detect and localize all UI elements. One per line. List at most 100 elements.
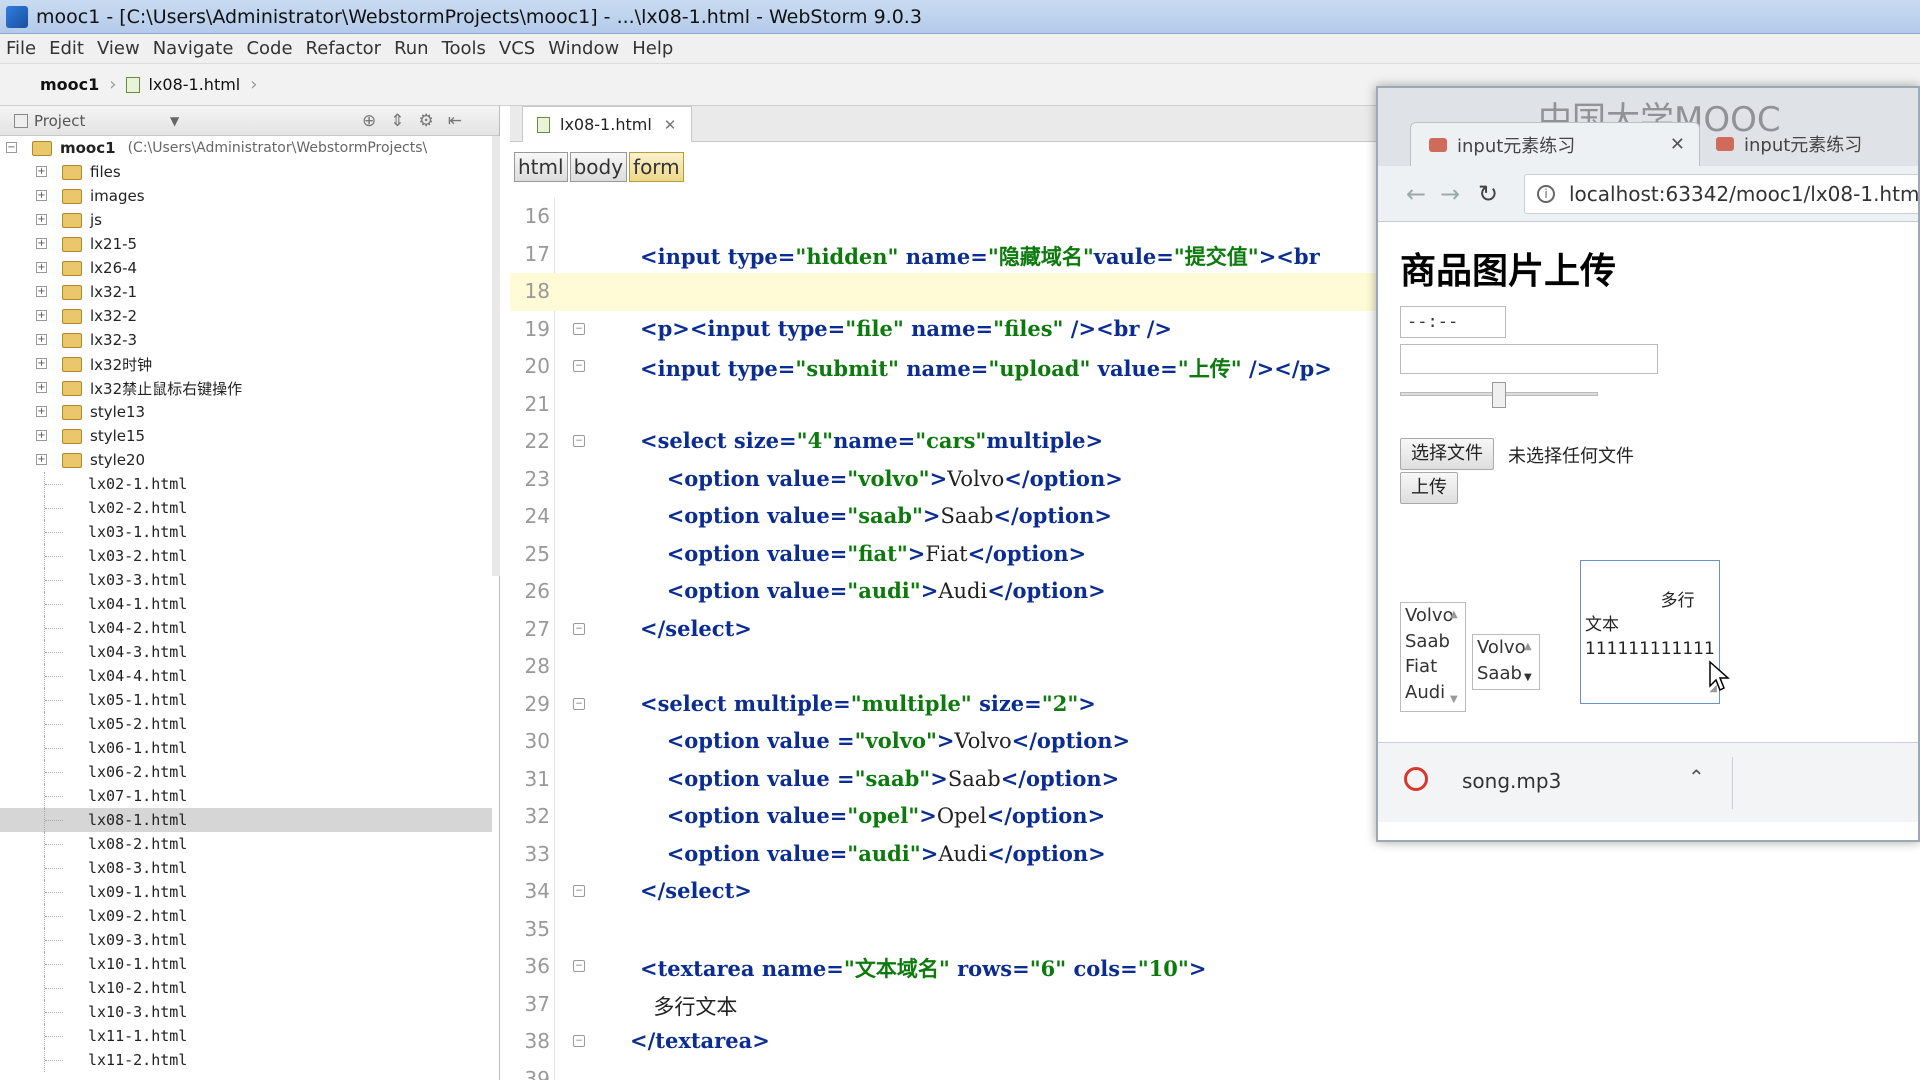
collapse-icon[interactable]: −: [6, 142, 17, 153]
back-icon[interactable]: ←: [1406, 180, 1426, 208]
menu-vcs[interactable]: VCS: [499, 38, 535, 59]
reload-icon[interactable]: ↻: [1478, 180, 1498, 208]
menu-run[interactable]: Run: [394, 38, 429, 59]
upload-button[interactable]: 上传: [1400, 472, 1458, 504]
expand-icon[interactable]: +: [36, 406, 47, 417]
tree-folder[interactable]: + style15: [0, 424, 492, 448]
menu-navigate[interactable]: Navigate: [153, 38, 234, 59]
tree-folder[interactable]: + js: [0, 208, 492, 232]
tree-file[interactable]: lx03-1.html: [0, 520, 492, 544]
tree-folder[interactable]: + lx32时钟: [0, 352, 492, 376]
tree-file[interactable]: lx03-2.html: [0, 544, 492, 568]
menu-edit[interactable]: Edit: [49, 38, 84, 59]
tree-file[interactable]: lx04-4.html: [0, 664, 492, 688]
fold-marker-icon[interactable]: −: [573, 435, 585, 447]
menu-window[interactable]: Window: [548, 38, 619, 59]
expand-icon[interactable]: +: [36, 190, 47, 201]
tree-file[interactable]: lx09-3.html: [0, 928, 492, 952]
code-line[interactable]: 36 − <textarea name="文本域名" rows="6" cols="…: [510, 948, 1920, 986]
close-icon[interactable]: ✕: [1670, 134, 1685, 155]
tree-file[interactable]: lx06-1.html: [0, 736, 492, 760]
tree-file[interactable]: lx09-2.html: [0, 904, 492, 928]
expand-icon[interactable]: +: [36, 430, 47, 441]
menu-file[interactable]: File: [6, 38, 36, 59]
scroll-down-icon[interactable]: ▼: [1524, 672, 1532, 683]
forward-icon[interactable]: →: [1440, 180, 1460, 208]
tree-file[interactable]: lx08-2.html: [0, 832, 492, 856]
tree-file[interactable]: lx02-2.html: [0, 496, 492, 520]
code-line[interactable]: 39: [510, 1061, 1920, 1080]
fold-marker-icon[interactable]: −: [573, 1035, 585, 1047]
menu-refactor[interactable]: Refactor: [306, 38, 382, 59]
code-line[interactable]: 38 − </textarea>: [510, 1023, 1920, 1061]
fold-marker-icon[interactable]: −: [573, 697, 585, 710]
browser-tab-inactive[interactable]: input元素练习: [1698, 122, 1918, 166]
choose-file-button[interactable]: 选择文件: [1400, 438, 1494, 470]
download-filename[interactable]: song.mp3: [1462, 769, 1561, 793]
expand-icon[interactable]: +: [36, 238, 47, 249]
code-line[interactable]: 35: [510, 911, 1920, 949]
tag-crumb-form[interactable]: form: [629, 152, 684, 182]
address-bar[interactable]: i localhost:63342/mooc1/lx08-1.htm: [1524, 174, 1918, 214]
tree-file[interactable]: lx10-3.html: [0, 1000, 492, 1024]
tree-file[interactable]: lx08-3.html: [0, 856, 492, 880]
scroll-from-source-icon[interactable]: ⊕: [362, 111, 376, 131]
listbox-scrollbar[interactable]: ▲ ▼: [1449, 605, 1463, 709]
range-slider[interactable]: [1400, 382, 1598, 408]
expand-icon[interactable]: +: [36, 310, 47, 321]
code-line[interactable]: 34 − </select>: [510, 873, 1920, 911]
nav-crumb-file[interactable]: lx08-1.html: [126, 75, 240, 94]
chevron-up-icon[interactable]: ⌃: [1688, 765, 1705, 789]
tree-root-mooc1[interactable]: − mooc1 (C:\Users\Administrator\WebstormPr…: [0, 136, 492, 160]
tree-folder[interactable]: + lx32禁止鼠标右键操作: [0, 376, 492, 400]
tag-crumb-html[interactable]: html: [514, 152, 568, 182]
fold-marker-icon[interactable]: −: [573, 360, 585, 372]
tree-file[interactable]: lx04-1.html: [0, 592, 492, 616]
menu-tools[interactable]: Tools: [442, 38, 486, 59]
gear-icon[interactable]: ⚙: [419, 111, 434, 131]
tree-folder[interactable]: + style20: [0, 448, 492, 472]
expand-icon[interactable]: +: [36, 166, 47, 177]
text-input[interactable]: [1400, 344, 1658, 374]
tree-file[interactable]: lx10-1.html: [0, 952, 492, 976]
collapse-all-icon[interactable]: ⇕: [390, 111, 404, 131]
expand-icon[interactable]: +: [36, 382, 47, 393]
project-scrollbar[interactable]: [492, 136, 500, 576]
scroll-up-icon[interactable]: ▲: [1524, 641, 1532, 652]
editor-tab-active[interactable]: lx08-1.html ✕: [522, 106, 692, 142]
project-view-selector[interactable]: Project: [34, 112, 85, 130]
fold-marker-icon[interactable]: −: [573, 322, 585, 335]
chevron-down-icon[interactable]: ▼: [170, 114, 179, 128]
tree-folder[interactable]: + lx32-1: [0, 280, 492, 304]
nav-crumb-project[interactable]: mooc1: [40, 75, 99, 94]
menu-code[interactable]: Code: [246, 38, 292, 59]
expand-icon[interactable]: +: [36, 214, 47, 225]
textarea[interactable]: 多行 文本 111111111111 ◢: [1580, 560, 1720, 704]
multiple-listbox[interactable]: Volvo Saab ▲ ▼: [1472, 634, 1540, 690]
tree-folder[interactable]: + lx21-5: [0, 232, 492, 256]
hide-panel-icon[interactable]: ⇤: [448, 111, 462, 131]
tree-file[interactable]: lx05-1.html: [0, 688, 492, 712]
fold-marker-icon[interactable]: −: [573, 622, 585, 635]
scroll-down-icon[interactable]: ▼: [1450, 694, 1458, 705]
tree-file[interactable]: lx04-3.html: [0, 640, 492, 664]
tree-file[interactable]: lx09-1.html: [0, 880, 492, 904]
fold-marker-icon[interactable]: −: [573, 960, 585, 972]
expand-icon[interactable]: +: [36, 286, 47, 297]
expand-icon[interactable]: +: [36, 334, 47, 345]
tree-folder[interactable]: + files: [0, 160, 492, 184]
tree-folder[interactable]: + lx26-4: [0, 256, 492, 280]
tree-file[interactable]: lx11-2.html: [0, 1048, 492, 1072]
tree-file[interactable]: lx08-1.html: [0, 808, 492, 832]
tree-folder[interactable]: + style13: [0, 400, 492, 424]
listbox-scrollbar[interactable]: ▲ ▼: [1523, 637, 1537, 687]
tree-file[interactable]: lx03-3.html: [0, 568, 492, 592]
info-icon[interactable]: i: [1537, 185, 1555, 203]
close-icon[interactable]: ✕: [664, 116, 677, 134]
tree-file[interactable]: lx06-2.html: [0, 760, 492, 784]
browser-tab-active[interactable]: input元素练习 ✕: [1410, 122, 1700, 166]
expand-icon[interactable]: +: [36, 454, 47, 465]
slider-thumb[interactable]: [1492, 382, 1506, 408]
tree-file[interactable]: lx02-1.html: [0, 472, 492, 496]
tag-crumb-body[interactable]: body: [569, 152, 628, 182]
